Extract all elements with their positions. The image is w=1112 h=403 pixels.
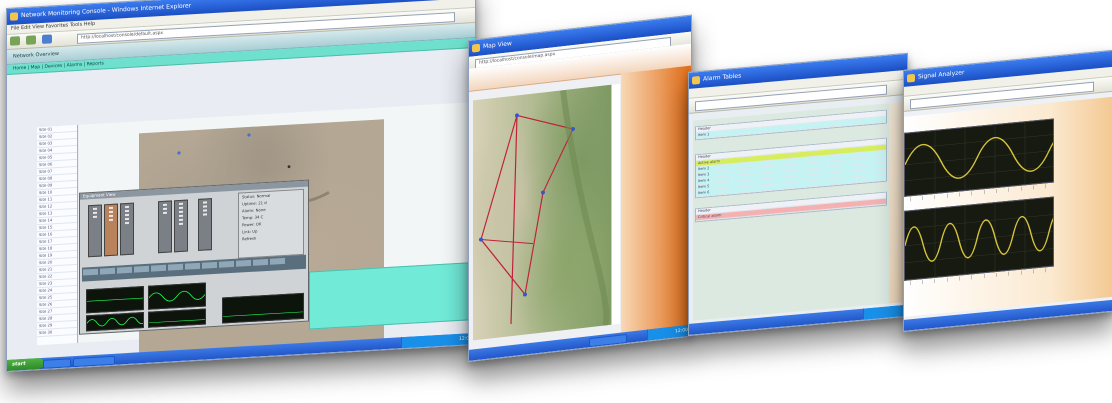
- tick-mark: |: [934, 193, 936, 200]
- tick-mark: |: [934, 277, 936, 284]
- alarm-table: Header Active alarm Item 2 Item 3 Item 4 Item…: [695, 137, 887, 199]
- tick-mark: |: [958, 275, 961, 281]
- forward-icon[interactable]: [25, 35, 36, 45]
- port[interactable]: [270, 257, 285, 265]
- refresh-icon[interactable]: [41, 34, 52, 44]
- port[interactable]: [185, 262, 200, 270]
- alarm-window: Alarm Tables Header Item 1 Header Active a…: [688, 52, 908, 336]
- terrain-map[interactable]: [473, 84, 611, 341]
- scrollbar[interactable]: [611, 83, 620, 325]
- scope-display: [86, 312, 144, 332]
- port[interactable]: [151, 264, 166, 272]
- port[interactable]: [100, 267, 115, 275]
- browser-icon: [472, 43, 480, 53]
- scope-display: [148, 308, 206, 328]
- scope-display: [148, 282, 206, 310]
- browser-icon: [692, 75, 700, 85]
- window-title: Map View: [483, 40, 512, 51]
- map-node[interactable]: [541, 190, 545, 195]
- route-line[interactable]: [480, 115, 526, 328]
- tick-mark: |: [971, 274, 973, 280]
- taskbar-item[interactable]: [73, 355, 115, 368]
- rack-card[interactable]: [120, 202, 134, 256]
- map-marker[interactable]: [177, 151, 181, 155]
- status-panel: Status: Normal Uptime: 21 d Alarm: None Tem…: [238, 188, 304, 259]
- port[interactable]: [168, 263, 183, 271]
- site-list[interactable]: Site 01 Site 02 Site 03 Site 04 Site 05 Site …: [37, 124, 78, 346]
- tick-mark: |: [1045, 183, 1047, 189]
- back-icon[interactable]: [10, 36, 20, 46]
- tick-mark: |: [983, 189, 985, 195]
- side-panel: [621, 65, 691, 344]
- tick-mark: |: [971, 190, 973, 196]
- taskbar-item[interactable]: [43, 358, 71, 369]
- console-window: Network Monitoring Console - Windows Int…: [6, 0, 476, 373]
- start-button[interactable]: start: [7, 357, 44, 371]
- waveform-trace: [905, 130, 1053, 179]
- detail-pane: [309, 262, 471, 330]
- signal-area: | | | | | | | | | | | | | | | | | | | | | | | |: [904, 96, 1112, 317]
- map-marker[interactable]: [247, 133, 251, 137]
- tick-mark: |: [921, 279, 924, 285]
- port[interactable]: [202, 261, 217, 269]
- scope-display: [86, 286, 144, 314]
- rack-card[interactable]: [174, 199, 188, 253]
- window-title: Alarm Tables: [703, 72, 742, 83]
- system-tray: [863, 304, 907, 320]
- system-tray-clock: 12:00: [401, 332, 475, 349]
- port[interactable]: [219, 260, 234, 268]
- port[interactable]: [83, 268, 98, 276]
- tick-mark: |: [995, 187, 998, 194]
- network-routes: [479, 89, 610, 329]
- tick-mark: |: [909, 196, 911, 202]
- alarm-table: Header Item 1: [695, 109, 887, 141]
- mountain-ridge: [560, 89, 610, 329]
- port-strip: [82, 254, 306, 282]
- tick-mark: |: [1020, 269, 1022, 275]
- browser-icon: [10, 12, 18, 21]
- tick-mark: |: [983, 273, 985, 279]
- tick-mark: |: [995, 271, 998, 278]
- port[interactable]: [117, 266, 132, 274]
- route-line[interactable]: [480, 234, 534, 250]
- map-marker[interactable]: [287, 165, 291, 169]
- signal-window: Signal Analyzer | | | | | | | | | | | |: [903, 49, 1112, 332]
- tick-mark: |: [946, 192, 948, 198]
- taskbar-item[interactable]: [589, 333, 627, 348]
- equipment-panel: Equipment View Status: Normal Uptime: 21 …: [79, 179, 309, 335]
- rack-card[interactable]: [88, 204, 102, 258]
- tick-mark: |: [1008, 270, 1010, 276]
- tick-mark: |: [921, 195, 924, 201]
- tick-mark: |: [1032, 268, 1035, 274]
- tick-mark: |: [1045, 267, 1047, 273]
- screenshot-collage: Network Monitoring Console - Windows Int…: [0, 0, 1112, 403]
- map-node[interactable]: [515, 113, 519, 118]
- tick-mark: |: [1020, 185, 1022, 191]
- browser-icon: [907, 73, 915, 83]
- route-line[interactable]: [516, 109, 574, 295]
- rack-card[interactable]: [198, 198, 212, 251]
- tick-mark: |: [946, 276, 948, 282]
- alarm-table: Header Critical alarm: [695, 191, 887, 223]
- tick-mark: |: [1032, 184, 1035, 190]
- waveform-trace: [905, 212, 1053, 262]
- port[interactable]: [253, 258, 268, 266]
- rack-card[interactable]: [104, 203, 118, 257]
- map-window: Map View http://localhost/console/map.as…: [468, 14, 692, 362]
- scope-display: [222, 292, 304, 324]
- table-area: Header Item 1 Header Active alarm Item 2 Ite…: [693, 103, 889, 321]
- tick-mark: |: [1008, 186, 1010, 192]
- window-title: Signal Analyzer: [918, 69, 965, 81]
- port[interactable]: [236, 259, 251, 267]
- tick-mark: |: [909, 280, 911, 286]
- tick-mark: |: [958, 191, 961, 197]
- rack-card[interactable]: [158, 200, 172, 254]
- sidebar-item[interactable]: Site 30: [37, 327, 77, 338]
- port[interactable]: [134, 265, 149, 273]
